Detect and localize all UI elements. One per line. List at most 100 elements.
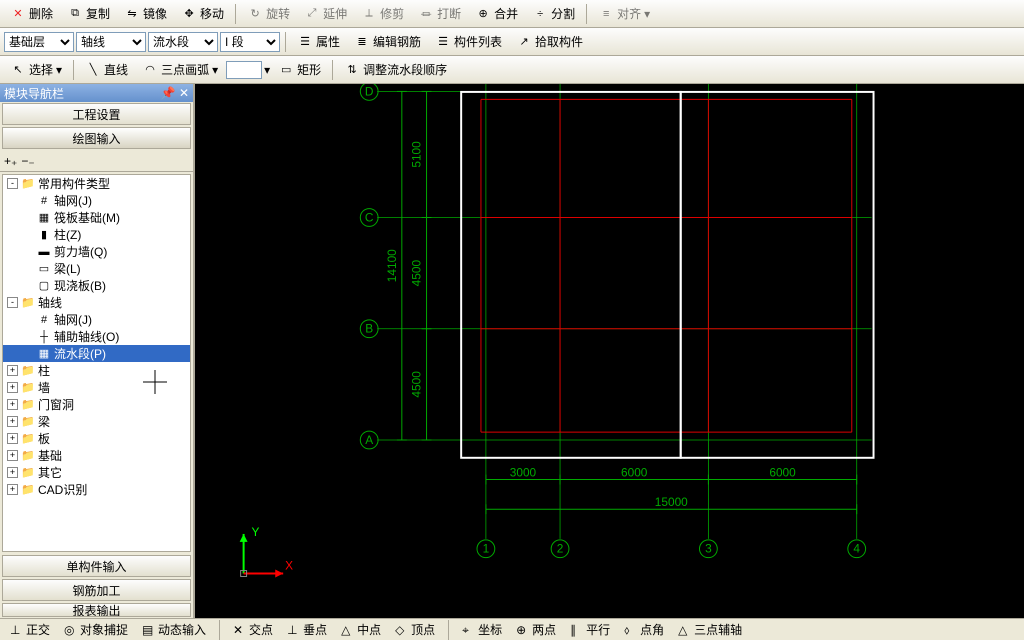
- tree-item-label: 筏板基础(M): [54, 209, 120, 226]
- rect-button[interactable]: ▭矩形: [272, 58, 327, 81]
- arc-icon: ◠: [142, 62, 158, 78]
- project-settings-button[interactable]: 工程设置: [2, 103, 191, 125]
- select-button[interactable]: ↖选择▾: [4, 58, 68, 81]
- tree-node[interactable]: #轴网(J): [3, 192, 190, 209]
- svg-text:6000: 6000: [621, 466, 648, 480]
- tree-item-label: 现浇板(B): [54, 277, 106, 294]
- component-tree[interactable]: -📁常用构件类型#轴网(J)▦筏板基础(M)▮柱(Z)▬剪力墙(Q)▭梁(L)▢…: [2, 174, 191, 552]
- tree-node[interactable]: ▦流水段(P): [3, 345, 190, 362]
- rotate-button[interactable]: ↻旋转: [241, 2, 296, 25]
- tree-node[interactable]: ▢现浇板(B): [3, 277, 190, 294]
- perp-toggle[interactable]: ⊥垂点: [283, 621, 331, 638]
- member-list-button[interactable]: ☰构件列表: [429, 30, 508, 53]
- edit-rebar-button[interactable]: ≣编辑钢筋: [348, 30, 427, 53]
- copy-icon: ⧉: [67, 6, 83, 22]
- layer-select[interactable]: 基础层: [4, 32, 74, 52]
- expand-all-icon[interactable]: +₊: [4, 154, 17, 168]
- close-icon[interactable]: ✕: [179, 86, 189, 100]
- tree-node[interactable]: +📁门窗洞: [3, 396, 190, 413]
- collapse-all-icon[interactable]: −₋: [21, 154, 34, 168]
- vertex-toggle[interactable]: ◇顶点: [391, 621, 439, 638]
- chevron-down-icon: ▾: [212, 63, 218, 77]
- pin-icon[interactable]: 📌: [161, 86, 176, 100]
- tree-node[interactable]: ┼辅助轴线(O): [3, 328, 190, 345]
- draw-input-button[interactable]: 绘图输入: [2, 127, 191, 149]
- color-swatch[interactable]: [226, 61, 262, 79]
- tree-node[interactable]: +📁梁: [3, 413, 190, 430]
- tree-node[interactable]: ▭梁(L): [3, 260, 190, 277]
- ortho-toggle[interactable]: ⊥正交: [6, 621, 54, 638]
- drawing-canvas[interactable]: DCBA1234 3000600060001500051004500450014…: [195, 84, 1024, 618]
- parallel-toggle[interactable]: ∥平行: [566, 621, 614, 638]
- svg-text:14100: 14100: [385, 249, 399, 282]
- svg-text:X: X: [285, 559, 293, 573]
- perp-icon: ⊥: [287, 623, 301, 637]
- tree-item-icon: ▬: [36, 244, 52, 260]
- dyninput-toggle[interactable]: ▤动态输入: [138, 621, 210, 638]
- expand-icon[interactable]: +: [7, 382, 18, 393]
- report-output-button[interactable]: 报表输出: [2, 603, 191, 617]
- osnap-toggle[interactable]: ◎对象捕捉: [60, 621, 132, 638]
- tree-node[interactable]: -📁轴线: [3, 294, 190, 311]
- coord-toggle[interactable]: ⌖坐标: [458, 621, 506, 638]
- line-button[interactable]: ╲直线: [79, 58, 134, 81]
- intersect-toggle[interactable]: ✕交点: [229, 621, 277, 638]
- twopoint-toggle[interactable]: ⊕两点: [512, 621, 560, 638]
- single-member-input-button[interactable]: 单构件输入: [2, 555, 191, 577]
- expand-icon[interactable]: +: [7, 365, 18, 376]
- tree-node[interactable]: ▮柱(Z): [3, 226, 190, 243]
- properties-button[interactable]: ☰属性: [291, 30, 346, 53]
- tree-item-icon: 📁: [20, 414, 36, 430]
- collapse-icon[interactable]: -: [7, 178, 18, 189]
- tree-node[interactable]: +📁墙: [3, 379, 190, 396]
- expand-icon[interactable]: +: [7, 416, 18, 427]
- delete-button[interactable]: ✕删除: [4, 2, 59, 25]
- split-button[interactable]: ÷分割: [526, 2, 581, 25]
- intersect-icon: ✕: [233, 623, 247, 637]
- endpoint-toggle[interactable]: ⬨点角: [620, 621, 668, 638]
- axis-select[interactable]: 轴线: [76, 32, 146, 52]
- trim-button[interactable]: ⟂修剪: [355, 2, 410, 25]
- expand-icon[interactable]: +: [7, 484, 18, 495]
- break-button[interactable]: ⏛打断: [412, 2, 467, 25]
- tree-node[interactable]: ▦筏板基础(M): [3, 209, 190, 226]
- mid-toggle[interactable]: △中点: [337, 621, 385, 638]
- tree-item-label: 基础: [38, 447, 62, 464]
- adjust-seq-button[interactable]: ⇅调整流水段顺序: [338, 58, 453, 81]
- ortho-icon: ⊥: [10, 623, 24, 637]
- main-toolbar-3: ↖选择▾ ╲直线 ◠三点画弧▾ ▾ ▭矩形 ⇅调整流水段顺序: [0, 56, 1024, 84]
- arc3pt-button[interactable]: ◠三点画弧▾: [136, 58, 224, 81]
- pick-member-button[interactable]: ↗拾取构件: [510, 30, 589, 53]
- move-button[interactable]: ✥移动: [175, 2, 230, 25]
- mirror-button[interactable]: ⇋镜像: [118, 2, 173, 25]
- tree-node[interactable]: +📁CAD识别: [3, 481, 190, 498]
- tree-item-icon: ▮: [36, 227, 52, 243]
- navigator-panel: 模块导航栏 📌 ✕ 工程设置 绘图输入 +₊ −₋ -📁常用构件类型#轴网(J)…: [0, 84, 195, 618]
- delete-icon: ✕: [10, 6, 26, 22]
- copy-button[interactable]: ⧉复制: [61, 2, 116, 25]
- align-button[interactable]: ≡对齐▾: [592, 2, 656, 25]
- expand-icon[interactable]: +: [7, 399, 18, 410]
- tree-node[interactable]: ▬剪力墙(Q): [3, 243, 190, 260]
- expand-icon[interactable]: +: [7, 433, 18, 444]
- extend-button[interactable]: ⤢延伸: [298, 2, 353, 25]
- tree-node[interactable]: -📁常用构件类型: [3, 175, 190, 192]
- segment-select[interactable]: 流水段: [148, 32, 218, 52]
- panel-title: 模块导航栏: [4, 85, 64, 102]
- tree-node[interactable]: +📁板: [3, 430, 190, 447]
- span-select[interactable]: I 段: [220, 32, 280, 52]
- tree-item-label: CAD识别: [38, 481, 87, 498]
- expand-icon[interactable]: +: [7, 450, 18, 461]
- tree-node[interactable]: +📁柱: [3, 362, 190, 379]
- tree-node[interactable]: #轴网(J): [3, 311, 190, 328]
- expand-icon[interactable]: +: [7, 467, 18, 478]
- rebar-process-button[interactable]: 钢筋加工: [2, 579, 191, 601]
- tree-item-label: 板: [38, 430, 50, 447]
- collapse-icon[interactable]: -: [7, 297, 18, 308]
- tripoint-toggle[interactable]: △三点辅轴: [674, 621, 746, 638]
- cad-svg: DCBA1234 3000600060001500051004500450014…: [195, 84, 1024, 618]
- coord-icon: ⌖: [462, 623, 476, 637]
- tree-node[interactable]: +📁基础: [3, 447, 190, 464]
- tree-node[interactable]: +📁其它: [3, 464, 190, 481]
- merge-button[interactable]: ⊕合并: [469, 2, 524, 25]
